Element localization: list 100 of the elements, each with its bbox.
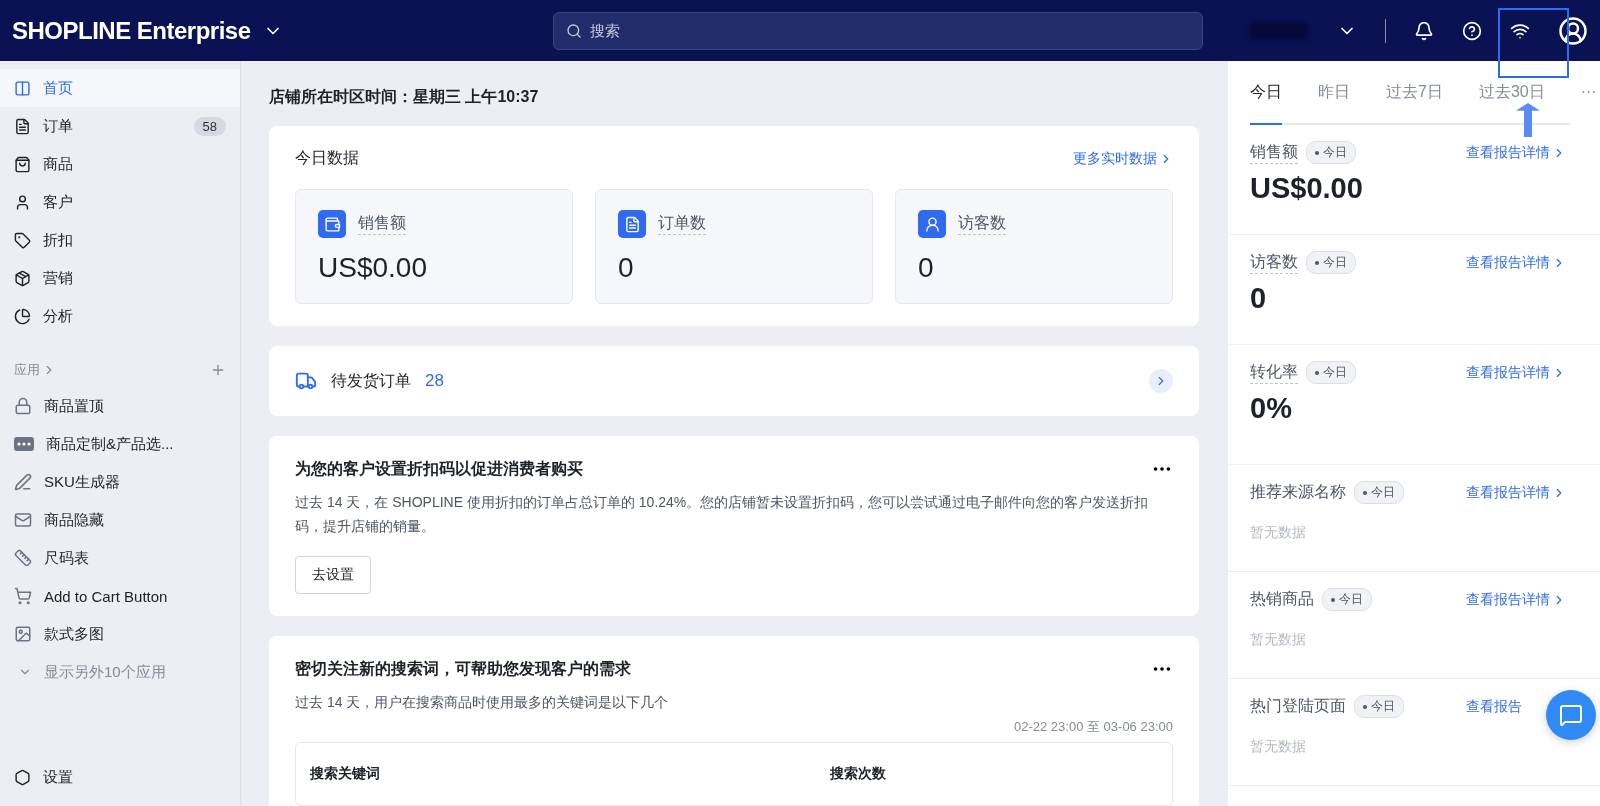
document-icon: [618, 210, 646, 238]
person-icon: [918, 210, 946, 238]
empty-text: 暂无数据: [1250, 738, 1307, 756]
report-link[interactable]: 查看报告详情: [1466, 253, 1566, 272]
period-label: 今日: [1371, 484, 1395, 501]
app-item[interactable]: Add to Cart Button: [0, 577, 240, 615]
up-arrow: [1516, 103, 1540, 137]
app-item[interactable]: 款式多图: [0, 615, 240, 653]
dots-icon: [14, 437, 34, 451]
nav-item[interactable]: 订单 58: [0, 107, 240, 145]
dot-icon: [1363, 704, 1367, 709]
metric-label: 推荐来源名称: [1250, 482, 1346, 502]
stat-value: 0: [618, 252, 635, 284]
period-label: 今日: [1339, 591, 1363, 608]
report-link[interactable]: 查看报告详情: [1466, 590, 1566, 609]
metric-value: 0: [1250, 282, 1268, 315]
period-label: 今日: [1323, 364, 1347, 381]
chat-icon: [1559, 703, 1583, 727]
report-link[interactable]: 查看报告: [1466, 697, 1522, 716]
stat-label: 订单数: [658, 213, 706, 235]
chevron-right-icon: [1149, 369, 1173, 393]
period-tab[interactable]: 今日: [1250, 61, 1282, 125]
store-time: 店铺所在时区时间：星期三 上午10:37: [269, 87, 540, 107]
pending-orders-card[interactable]: 待发货订单 28: [269, 346, 1199, 416]
hexagon-icon: [14, 768, 31, 786]
tag-icon: [14, 231, 31, 249]
report-link[interactable]: 查看报告详情: [1466, 143, 1566, 162]
count-badge: 58: [193, 116, 226, 136]
cart-icon: [14, 587, 32, 605]
setup-button[interactable]: 去设置: [295, 556, 371, 594]
avatar-icon[interactable]: [1558, 15, 1588, 46]
metric-label: 转化率: [1250, 361, 1298, 384]
user-icon: [14, 193, 31, 211]
search-bar[interactable]: 搜索: [552, 11, 1203, 50]
truck-icon: [295, 370, 317, 392]
stat-value: 0: [918, 252, 935, 284]
ruler-icon: [14, 549, 32, 567]
metric-label: 访客数: [1250, 251, 1298, 274]
wallet-icon: [318, 210, 346, 238]
period-label: 今日: [1323, 144, 1347, 161]
report-link[interactable]: 查看报告详情: [1466, 483, 1566, 502]
nav-item[interactable]: 营销: [0, 259, 240, 297]
stat-label: 销售额: [358, 213, 406, 235]
column-header: 搜索次数: [830, 765, 887, 783]
metric-label: 销售额: [1250, 141, 1298, 164]
period-tab[interactable]: 过去7日: [1386, 61, 1443, 125]
metric-value: US$0.00: [1250, 172, 1364, 205]
dot-icon: [1331, 597, 1335, 602]
stat-label: 访客数: [958, 213, 1006, 235]
nav-item[interactable]: 折扣: [0, 221, 240, 259]
pending-label: 待发货订单: [331, 370, 411, 391]
nav-item[interactable]: 客户: [0, 183, 240, 221]
cube-icon: [14, 269, 31, 287]
date-range: 02-22 23:00 至 03-06 23:00: [1013, 718, 1173, 736]
document-icon: [14, 117, 31, 135]
app-item[interactable]: 商品置顶: [0, 387, 240, 425]
card-title: 今日数据: [295, 148, 359, 168]
metric-value: 0%: [1250, 392, 1293, 425]
help-icon[interactable]: [1462, 20, 1482, 41]
more-data-link[interactable]: 更多实时数据: [1073, 149, 1173, 168]
logo: SHOPLINE Enterprise: [12, 16, 251, 45]
report-link[interactable]: 查看报告详情: [1466, 363, 1566, 382]
nav-item[interactable]: 首页: [0, 69, 240, 107]
bag-icon: [14, 155, 31, 173]
metric-label: 热门登陆页面: [1250, 696, 1346, 716]
empty-text: 暂无数据: [1250, 631, 1307, 649]
app-item[interactable]: 商品定制&产品选...: [0, 425, 240, 463]
dot-icon: [1315, 150, 1319, 155]
pending-count: 28: [425, 371, 445, 391]
search-input[interactable]: 搜索: [587, 21, 1190, 40]
period-tab[interactable]: 过去30日: [1478, 61, 1545, 125]
dot-icon: [1315, 260, 1319, 265]
card-title: 为您的客户设置折扣码以促进消费者购买: [295, 458, 583, 479]
lock-icon: [14, 397, 32, 415]
nav-item[interactable]: 分析: [0, 297, 240, 335]
app-item[interactable]: 尺码表: [0, 539, 240, 577]
period-tab[interactable]: 昨日: [1318, 61, 1350, 125]
column-header: 搜索关键词: [310, 765, 381, 783]
card-title: 密切关注新的搜索词，可帮助您发现客户的需求: [295, 658, 631, 679]
app-item[interactable]: 商品隐藏: [0, 501, 240, 539]
dot-icon: [1363, 490, 1367, 495]
period-label: 今日: [1323, 254, 1347, 271]
grid-icon: [14, 79, 31, 97]
bell-icon[interactable]: [1414, 20, 1434, 41]
card-description: 过去 14 天，在 SHOPLINE 使用折扣的订单占总订单的 10.24%。您的店铺暂未设置折扣码，您可以尝试通过电子邮件向您的客户发送折扣码，提升店铺的销量。: [295, 493, 1150, 536]
pie-chart-icon: [14, 307, 31, 325]
dot-icon: [1315, 370, 1319, 375]
app-item[interactable]: SKU生成器: [0, 463, 240, 501]
nav-item[interactable]: 商品: [0, 145, 240, 183]
blurred-account: [1249, 21, 1309, 40]
period-label: 今日: [1371, 698, 1395, 715]
mail-icon: [14, 511, 32, 529]
metric-label: 热销商品: [1250, 589, 1314, 609]
search-icon: [565, 22, 582, 39]
stat-value: US$0.00: [318, 252, 428, 284]
highlight-frame: [1498, 8, 1569, 78]
card-description: 过去 14 天，用户在搜索商品时使用最多的关键词是以下几个: [295, 693, 670, 712]
settings-item[interactable]: 设置: [0, 758, 240, 796]
pen-icon: [14, 473, 32, 491]
image-icon: [14, 625, 32, 643]
